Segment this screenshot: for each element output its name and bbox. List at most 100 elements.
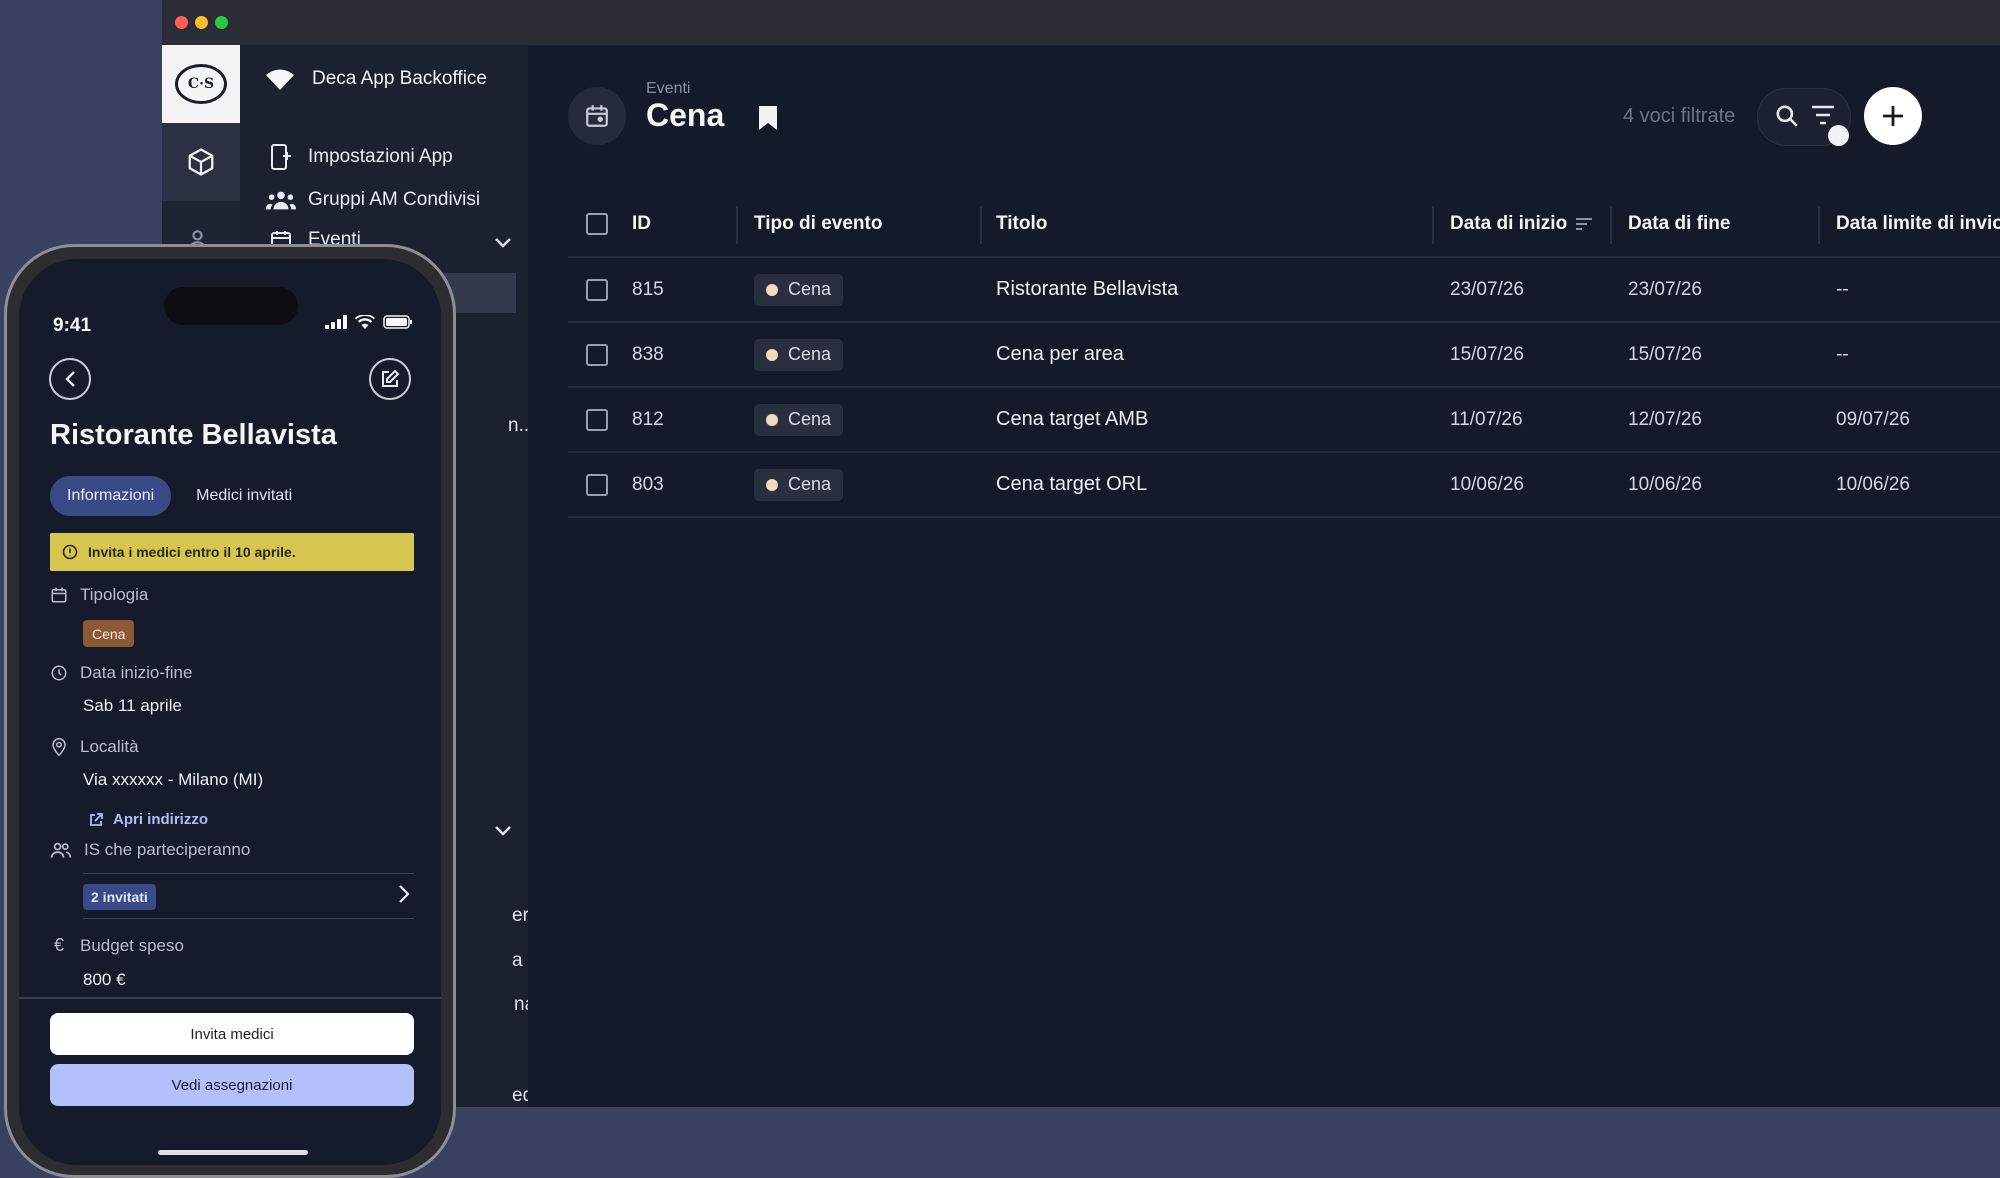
- search-filter-pill[interactable]: [1757, 88, 1851, 146]
- rail-apps-button[interactable]: [162, 123, 240, 201]
- status-icons: [325, 315, 413, 329]
- cell-start-date: 23/07/26: [1450, 278, 1524, 300]
- calendar-icon: [51, 587, 67, 603]
- label-text: Budget speso: [80, 935, 184, 955]
- chevron-left-icon: [65, 371, 75, 387]
- phone-mockup: 9:41 Ristorante Bellavista Informazioni …: [4, 244, 456, 1178]
- column-header-id[interactable]: ID: [632, 192, 651, 256]
- close-window-button[interactable]: [175, 16, 188, 29]
- cell-start-date: 10/06/26: [1450, 473, 1524, 495]
- wifi-icon: [355, 315, 375, 329]
- tab-bar: Informazioni Medici invitati: [50, 476, 309, 516]
- budget-label: € Budget speso: [50, 935, 184, 956]
- group-icon: [266, 188, 296, 212]
- select-all-checkbox[interactable]: [586, 213, 608, 235]
- invite-doctors-button[interactable]: Invita medici: [50, 1013, 414, 1055]
- invited-count-badge: 2 invitati: [83, 884, 156, 910]
- external-link-icon: [90, 812, 103, 826]
- date-label: Data inizio-fine: [50, 663, 192, 683]
- sidebar-item-app-settings[interactable]: Impostazioni App: [266, 143, 453, 171]
- users-icon: [50, 842, 72, 858]
- table-row[interactable]: 815 Cena Ristorante Bellavista 23/07/26 …: [568, 258, 2000, 323]
- cell-end-date: 15/07/26: [1628, 343, 1702, 365]
- type-dot: [766, 283, 778, 296]
- event-title: Ristorante Bellavista: [50, 419, 337, 451]
- tab-informazioni[interactable]: Informazioni: [50, 476, 172, 516]
- column-divider[interactable]: [980, 206, 982, 244]
- label-text: Data inizio-fine: [80, 663, 193, 682]
- clock-icon: [51, 665, 67, 681]
- cell-deadline: 10/06/26: [1836, 473, 1910, 495]
- brand-label: Deca App Backoffice: [312, 68, 487, 89]
- column-header-deadline[interactable]: Data limite di invio: [1836, 192, 2000, 256]
- warning-banner: Invita i medici entro il 10 aprile.: [50, 533, 414, 571]
- column-divider[interactable]: [1432, 206, 1434, 244]
- banner-text: Invita i medici entro il 10 aprile.: [88, 544, 296, 560]
- column-divider[interactable]: [736, 206, 738, 244]
- link-text: Apri indirizzo: [113, 811, 208, 828]
- event-type-chip: Cena: [754, 468, 844, 501]
- event-type-chip: Cena: [754, 403, 844, 436]
- dynamic-island: [164, 287, 298, 325]
- calendar-icon: [586, 105, 608, 127]
- search-button[interactable]: [1774, 103, 1800, 134]
- label-text: Località: [80, 737, 139, 756]
- footer-divider: [19, 997, 441, 999]
- sidebar-item-label: Impostazioni App: [308, 146, 453, 167]
- event-type-tag: Cena: [83, 620, 135, 647]
- cell-title: Cena per area: [996, 343, 1124, 365]
- table-row[interactable]: 803 Cena Cena target ORL 10/06/26 10/06/…: [568, 453, 2000, 518]
- column-header-title[interactable]: Titolo: [996, 192, 1047, 256]
- invited-row[interactable]: 2 invitati: [83, 873, 414, 919]
- edit-button[interactable]: [369, 358, 411, 400]
- cell-start-date: 11/07/26: [1450, 408, 1523, 430]
- row-checkbox[interactable]: [586, 408, 608, 431]
- main-content: Eventi Cena 4 voci filtrate ID Tipo di e…: [528, 45, 2000, 1107]
- row-checkbox[interactable]: [586, 278, 608, 301]
- view-assignments-button[interactable]: Vedi assegnazioni: [50, 1064, 414, 1106]
- cell-end-date: 10/06/26: [1628, 473, 1702, 495]
- add-event-button[interactable]: [1864, 87, 1922, 145]
- table-row[interactable]: 812 Cena Cena target AMB 11/07/26 12/07/…: [568, 388, 2000, 453]
- company-logo[interactable]: C·S: [162, 45, 240, 123]
- plus-icon: [1883, 106, 1903, 126]
- cell-title: Cena target ORL: [996, 473, 1148, 495]
- chip-label: Cena: [788, 474, 832, 494]
- window-titlebar: [162, 0, 2000, 45]
- cell-start-date: 15/07/26: [1450, 343, 1524, 365]
- cell-id: 812: [632, 408, 664, 430]
- cell-id: 803: [632, 473, 664, 495]
- type-dot: [766, 413, 778, 426]
- column-divider[interactable]: [1610, 206, 1612, 244]
- event-type-chip: Cena: [754, 273, 844, 306]
- bookmark-button[interactable]: [758, 105, 778, 136]
- minimize-window-button[interactable]: [195, 16, 208, 29]
- cell-id: 815: [632, 278, 664, 300]
- tab-medici-invitati[interactable]: Medici invitati: [179, 476, 309, 516]
- table-row[interactable]: 838 Cena Cena per area 15/07/26 15/07/26…: [568, 323, 2000, 388]
- type-dot: [766, 478, 778, 491]
- chevron-down-icon[interactable]: [494, 233, 512, 254]
- location-label: Località: [50, 737, 139, 757]
- column-header-label: Data di inizio: [1450, 213, 1568, 234]
- location-value: Via xxxxxx - Milano (MI): [83, 770, 264, 789]
- cell-end-date: 12/07/26: [1628, 408, 1702, 430]
- column-header-end-date[interactable]: Data di fine: [1628, 192, 1730, 256]
- chevron-down-icon[interactable]: [494, 821, 512, 842]
- app-settings-icon: [266, 143, 296, 171]
- logo-mark: C·S: [175, 64, 227, 104]
- bookmark-icon: [759, 106, 777, 130]
- column-divider[interactable]: [1818, 206, 1820, 244]
- wifi-logo-icon: [266, 69, 294, 90]
- maximize-window-button[interactable]: [215, 16, 228, 29]
- filter-icon: [1812, 105, 1834, 125]
- back-button[interactable]: [49, 358, 91, 400]
- cell-deadline: --: [1836, 343, 1849, 365]
- row-checkbox[interactable]: [586, 473, 608, 496]
- euro-icon: €: [53, 935, 64, 955]
- column-header-type[interactable]: Tipo di evento: [754, 192, 882, 256]
- column-header-start-date[interactable]: Data di inizio: [1450, 192, 1593, 256]
- open-address-link[interactable]: Apri indirizzo: [89, 811, 208, 828]
- sidebar-item-shared-groups[interactable]: Gruppi AM Condivisi: [266, 188, 480, 212]
- row-checkbox[interactable]: [586, 343, 608, 366]
